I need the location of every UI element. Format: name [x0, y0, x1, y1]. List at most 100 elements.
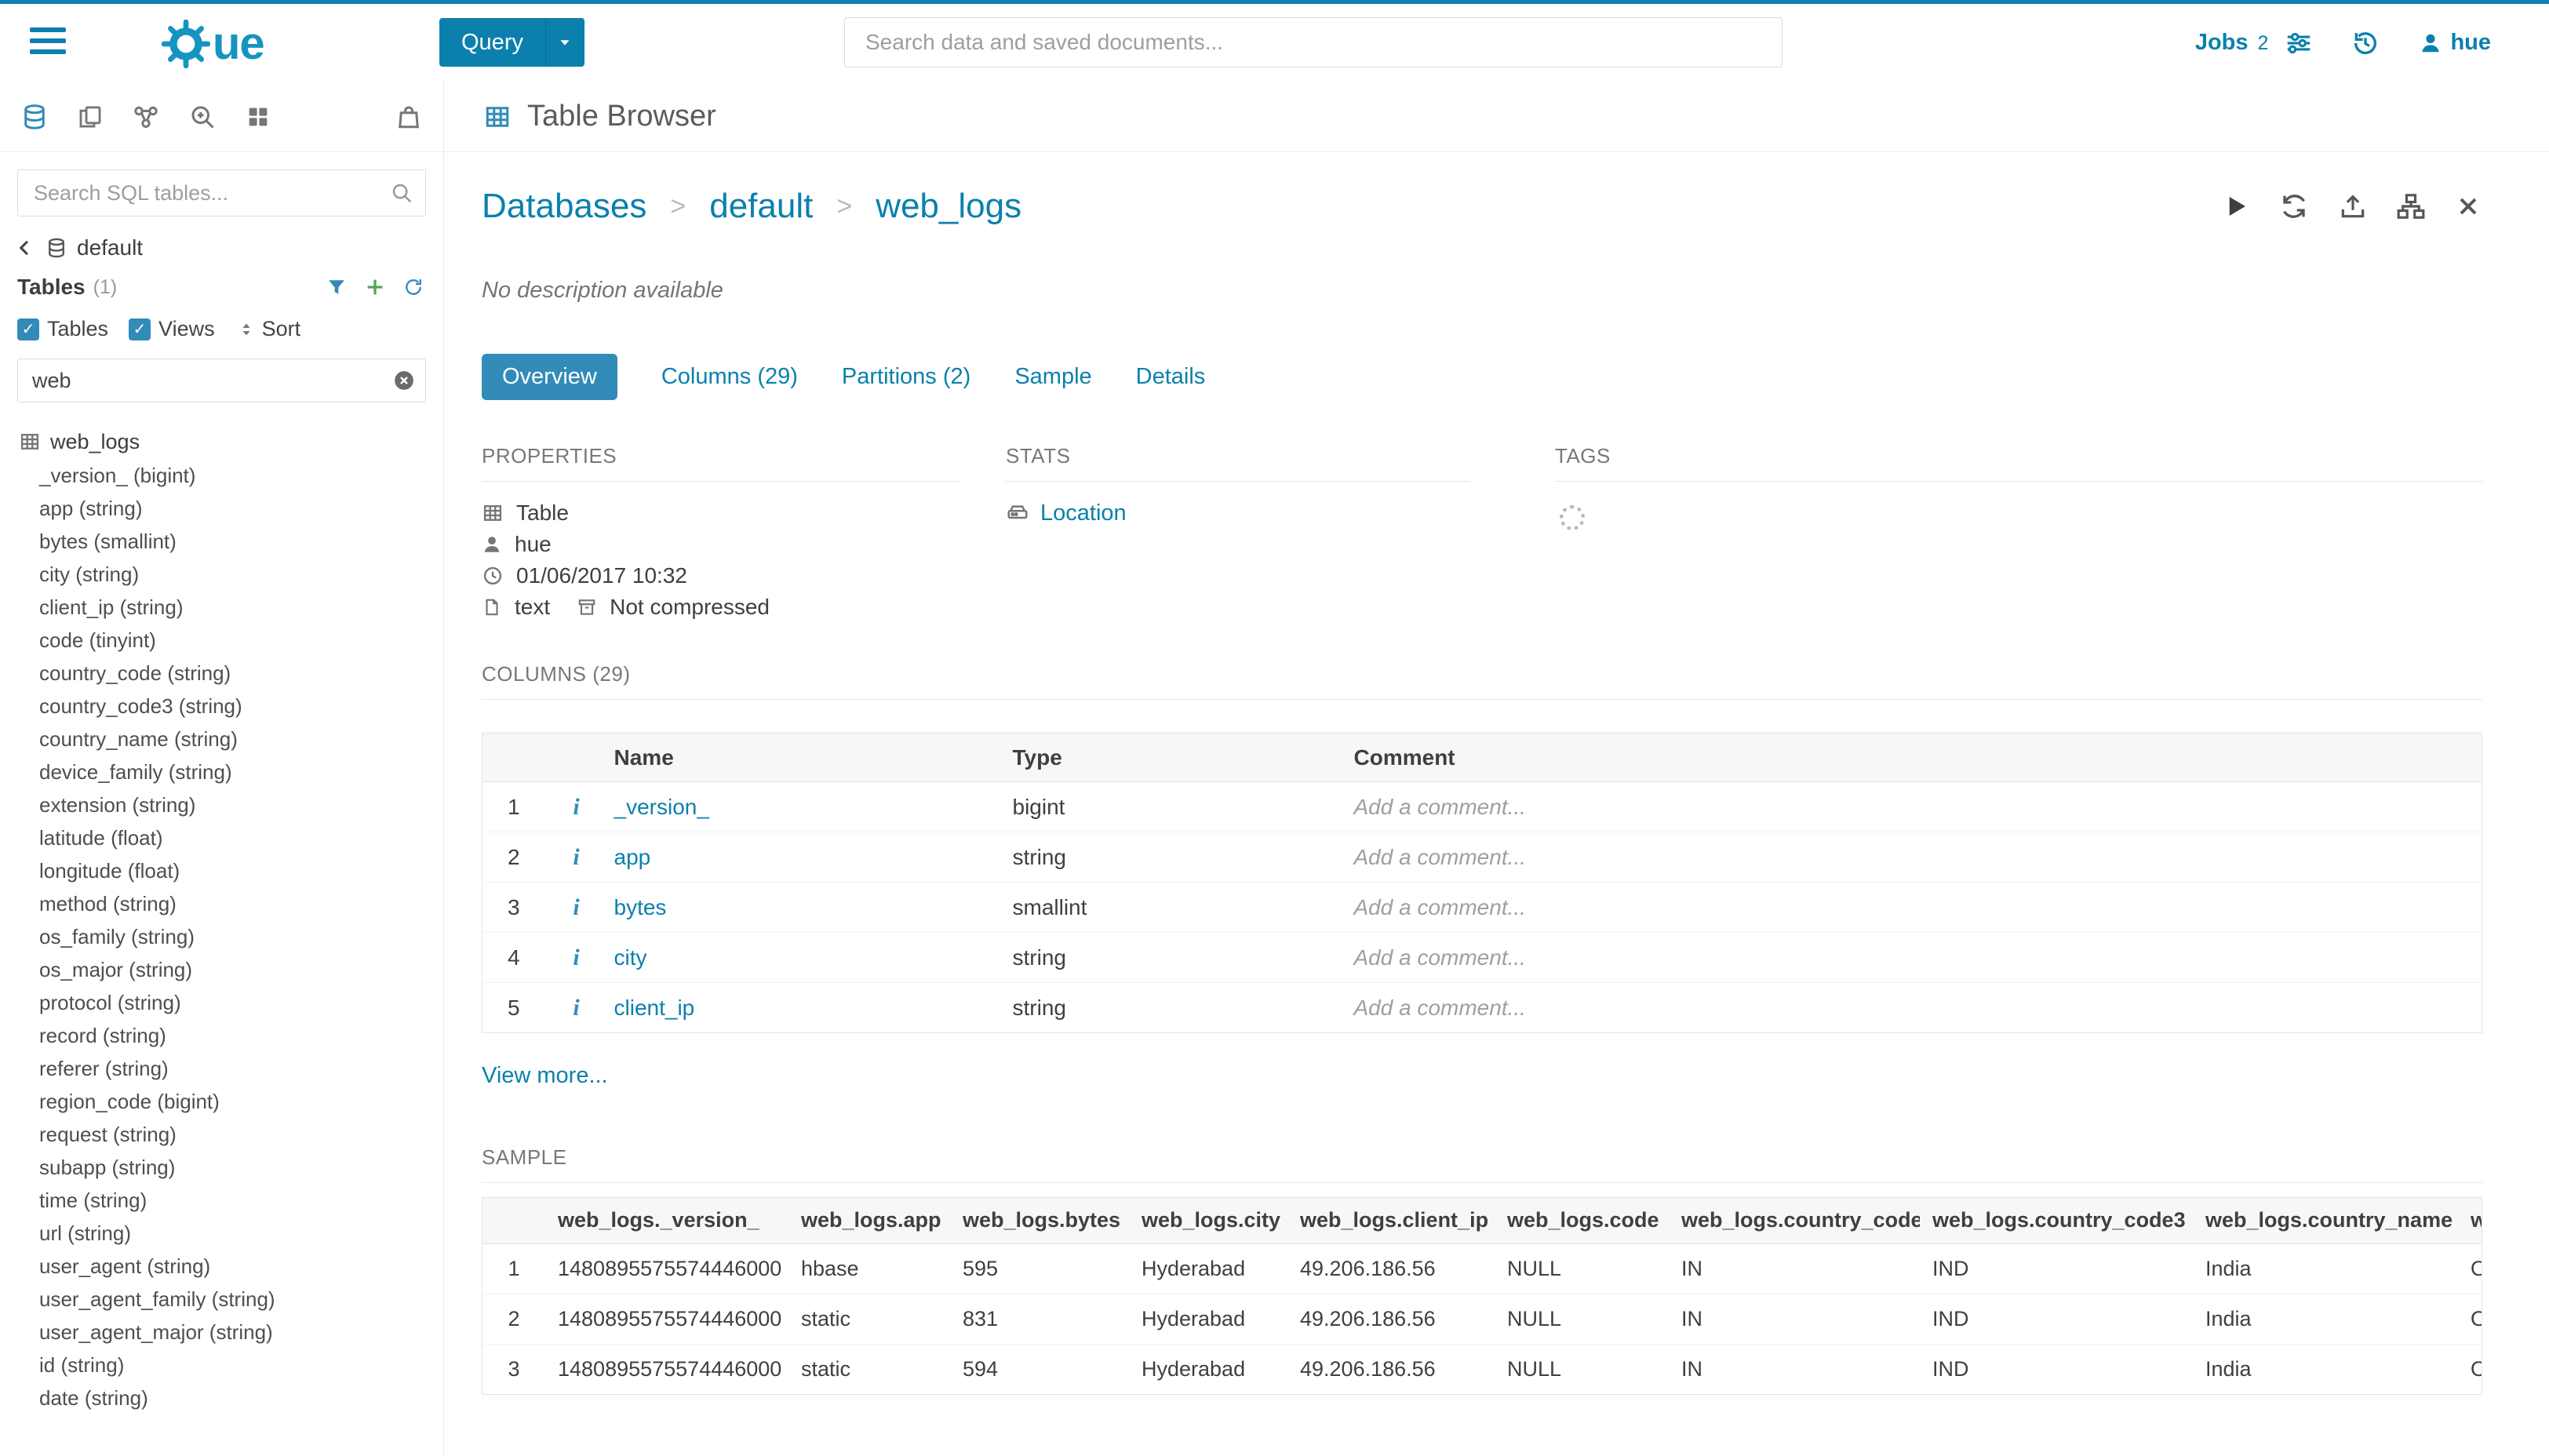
refresh-table-icon[interactable]	[2278, 191, 2310, 222]
info-icon[interactable]: i	[573, 945, 579, 970]
hamburger-menu-icon[interactable]	[30, 27, 66, 60]
sample-cell: 595	[950, 1243, 1129, 1294]
global-search-input[interactable]	[844, 17, 1782, 67]
filter-funnel-icon[interactable]	[326, 276, 348, 298]
breadcrumb-databases[interactable]: Databases	[482, 187, 646, 226]
sidebar-column-item[interactable]: method (string)	[0, 887, 443, 920]
sample-cell: NULL	[1495, 1243, 1669, 1294]
storage-bag-icon[interactable]	[395, 103, 423, 131]
column-name-link[interactable]: city	[614, 945, 647, 970]
sidebar-column-item[interactable]: id (string)	[0, 1349, 443, 1381]
sidebar-column-item[interactable]: user_agent_major (string)	[0, 1316, 443, 1349]
sidebar-column-item[interactable]: date (string)	[0, 1381, 443, 1414]
sidebar-column-item[interactable]: user_agent_family (string)	[0, 1283, 443, 1316]
column-type: smallint	[1007, 883, 1348, 933]
info-icon[interactable]: i	[573, 995, 579, 1021]
user-menu[interactable]: hue	[2419, 30, 2491, 56]
breadcrumb-default[interactable]: default	[709, 187, 813, 226]
tables-checkbox[interactable]	[17, 318, 39, 340]
column-comment[interactable]: Add a comment...	[1348, 933, 2482, 983]
location-link[interactable]: Location	[1040, 500, 1127, 526]
sidebar-column-item[interactable]: record (string)	[0, 1019, 443, 1052]
sample-cell: Hyderabad	[1129, 1294, 1287, 1344]
sidebar-column-item[interactable]: referer (string)	[0, 1052, 443, 1085]
sidebar-column-item[interactable]: protocol (string)	[0, 986, 443, 1019]
sidebar-column-item[interactable]: latitude (float)	[0, 821, 443, 854]
close-icon[interactable]	[2454, 192, 2482, 220]
lineage-sitemap-icon[interactable]	[2396, 191, 2426, 221]
views-checkbox[interactable]	[129, 318, 151, 340]
sort-toggle[interactable]: Sort	[237, 317, 301, 341]
sidebar-column-item[interactable]: bytes (smallint)	[0, 525, 443, 558]
tab-details[interactable]: Details	[1136, 364, 1206, 390]
column-comment[interactable]: Add a comment...	[1348, 832, 2482, 883]
sidebar-column-item[interactable]: subapp (string)	[0, 1151, 443, 1184]
sidebar-column-item[interactable]: city (string)	[0, 558, 443, 591]
current-database[interactable]: default	[77, 235, 143, 260]
column-type: string	[1007, 983, 1348, 1033]
column-comment[interactable]: Add a comment...	[1348, 782, 2482, 832]
clear-filter-icon[interactable]	[392, 369, 416, 392]
column-comment[interactable]: Add a comment...	[1348, 883, 2482, 933]
search-icon[interactable]	[390, 181, 413, 205]
column-name-link[interactable]: app	[614, 845, 651, 869]
table-tree-item[interactable]: web_logs	[0, 424, 443, 459]
table-icon	[19, 431, 41, 453]
sql-tables-search-input[interactable]	[17, 169, 426, 217]
history-icon[interactable]	[2350, 27, 2381, 59]
sidebar-column-item[interactable]: os_family (string)	[0, 920, 443, 953]
tab-sample[interactable]: Sample	[1014, 364, 1091, 390]
documents-icon[interactable]	[77, 104, 104, 130]
sidebar-column-item[interactable]: code (tinyint)	[0, 624, 443, 657]
sidebar-column-item[interactable]: time (string)	[0, 1184, 443, 1217]
hue-logo-text: ue	[213, 17, 264, 70]
query-play-icon[interactable]	[2222, 192, 2250, 220]
sidebar-column-item[interactable]: country_code (string)	[0, 657, 443, 690]
sidebar-column-item[interactable]: country_code3 (string)	[0, 690, 443, 723]
tab-overview[interactable]: Overview	[482, 354, 617, 400]
jobs-link[interactable]: Jobs 2	[2195, 30, 2269, 56]
tab-columns-29-[interactable]: Columns (29)	[661, 364, 798, 390]
query-dropdown-caret-icon[interactable]	[545, 18, 584, 67]
sidebar-column-item[interactable]: _version_ (bigint)	[0, 459, 443, 492]
add-plus-icon[interactable]	[363, 275, 387, 299]
sidebar-column-item[interactable]: app (string)	[0, 492, 443, 525]
sidebar-column-item[interactable]: longitude (float)	[0, 854, 443, 887]
sidebar-column-item[interactable]: os_major (string)	[0, 953, 443, 986]
sidebar-column-item[interactable]: device_family (string)	[0, 755, 443, 788]
sidebar-column-item[interactable]: request (string)	[0, 1118, 443, 1151]
view-more-link[interactable]: View more...	[482, 1063, 2482, 1089]
column-row: 3ibytessmallintAdd a comment...	[482, 883, 2482, 933]
info-icon[interactable]: i	[573, 894, 579, 920]
created-clock-icon	[482, 565, 504, 587]
sql-database-icon[interactable]	[20, 103, 49, 131]
column-name-link[interactable]: _version_	[614, 795, 709, 819]
apps-grid-icon[interactable]	[245, 104, 271, 130]
info-icon[interactable]: i	[573, 794, 579, 820]
back-chevron-icon[interactable]	[14, 237, 36, 259]
sample-cell: 831	[950, 1294, 1129, 1344]
sidebar-column-item[interactable]: country_name (string)	[0, 723, 443, 755]
tab-partitions-2-[interactable]: Partitions (2)	[842, 364, 970, 390]
sidebar-column-item[interactable]: client_ip (string)	[0, 591, 443, 624]
sidebar-column-item[interactable]: user_agent (string)	[0, 1250, 443, 1283]
column-name-link[interactable]: bytes	[614, 895, 667, 919]
column-name-link[interactable]: client_ip	[614, 996, 695, 1020]
zoom-plus-icon[interactable]	[188, 103, 217, 131]
views-checkbox-label[interactable]: Views	[158, 317, 215, 341]
refresh-icon[interactable]	[402, 276, 424, 298]
breadcrumb-web_logs[interactable]: web_logs	[876, 187, 1021, 226]
jobs-sliders-icon[interactable]	[2284, 28, 2314, 58]
table-filter-input[interactable]	[17, 359, 426, 402]
column-comment[interactable]: Add a comment...	[1348, 983, 2482, 1033]
upload-icon[interactable]	[2338, 191, 2368, 221]
hue-logo[interactable]: ue	[162, 17, 264, 70]
cluster-nodes-icon[interactable]	[132, 103, 160, 131]
sidebar-column-item[interactable]: region_code (bigint)	[0, 1085, 443, 1118]
query-button[interactable]: Query	[439, 18, 584, 67]
query-button-label[interactable]: Query	[439, 18, 545, 67]
info-icon[interactable]: i	[573, 844, 579, 870]
sidebar-column-item[interactable]: extension (string)	[0, 788, 443, 821]
sidebar-column-item[interactable]: url (string)	[0, 1217, 443, 1250]
tables-checkbox-label[interactable]: Tables	[47, 317, 108, 341]
